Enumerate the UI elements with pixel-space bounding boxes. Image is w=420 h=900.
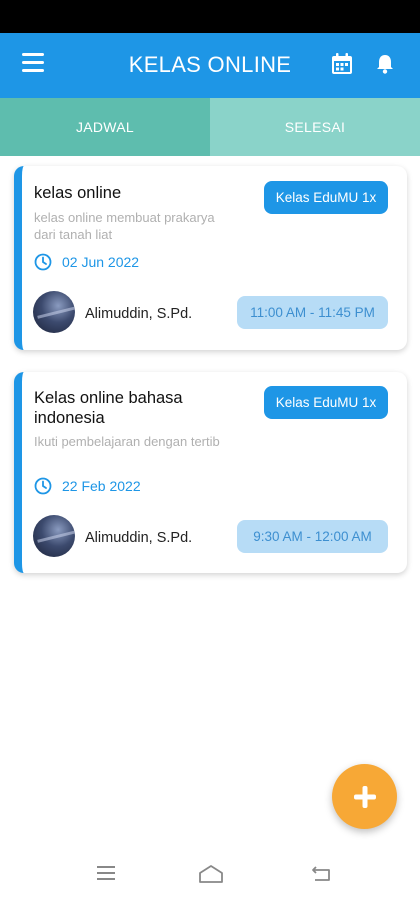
class-date: 22 Feb 2022 [62, 478, 141, 494]
class-badge[interactable]: Kelas EduMU 1x [264, 181, 388, 214]
class-time: 11:00 AM - 11:45 PM [237, 296, 388, 329]
tab-selesai[interactable]: SELESAI [210, 98, 420, 156]
avatar [33, 515, 75, 557]
class-date-row: 02 Jun 2022 [34, 253, 139, 271]
class-date: 02 Jun 2022 [62, 254, 140, 270]
clock-icon [34, 253, 52, 271]
teacher-name: Alimuddin, S.Pd. [85, 306, 193, 322]
class-description: kelas online membuat prakarya dari tanah… [34, 210, 215, 242]
teacher-name: Alimuddin, S.Pd. [85, 530, 193, 546]
recents-icon[interactable] [95, 864, 121, 886]
back-icon[interactable] [310, 864, 336, 886]
class-title: Kelas online bahasa indonesia [34, 389, 183, 427]
calendar-icon[interactable] [331, 53, 355, 77]
class-date-row: 22 Feb 2022 [34, 477, 141, 495]
system-nav-bar [0, 848, 420, 900]
tab-bar: JADWAL SELESAI [0, 98, 420, 156]
class-description: Ikuti pembelajaran dengan tertib [34, 434, 220, 449]
class-card[interactable]: kelas online Kelas EduMU 1x kelas online… [14, 166, 407, 350]
avatar [33, 291, 75, 333]
bell-icon[interactable] [374, 53, 398, 77]
tab-jadwal[interactable]: JADWAL [0, 98, 210, 156]
plus-icon [353, 785, 376, 808]
app-bar: KELAS ONLINE [0, 33, 420, 98]
class-card[interactable]: Kelas online bahasa indonesia Kelas EduM… [14, 372, 407, 573]
status-bar [0, 0, 420, 33]
add-class-button[interactable] [332, 764, 397, 829]
class-time: 9:30 AM - 12:00 AM [237, 520, 388, 553]
clock-icon [34, 477, 52, 495]
class-title: kelas online [34, 184, 122, 202]
home-icon[interactable] [197, 864, 223, 886]
class-badge[interactable]: Kelas EduMU 1x [264, 386, 388, 419]
page-title: KELAS ONLINE [128, 52, 292, 77]
